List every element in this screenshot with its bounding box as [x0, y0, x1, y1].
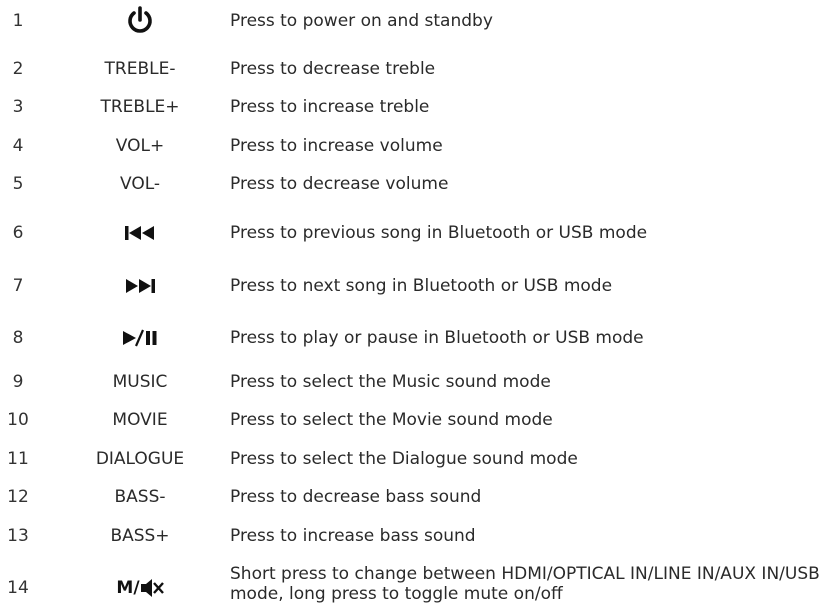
table-row: 10 MOVIE Press to select the Movie sound… [0, 402, 828, 438]
play-pause-icon [60, 320, 220, 356]
row-description: Press to decrease volume [230, 174, 449, 194]
next-track-icon [60, 268, 220, 304]
row-number: 5 [12, 174, 24, 194]
row-number: 1 [12, 11, 24, 31]
row-number: 12 [7, 487, 29, 507]
table-row: 5 VOL- Press to decrease volume [0, 166, 828, 202]
mute-speaker-icon [140, 579, 164, 597]
key-label: MOVIE [112, 410, 168, 430]
previous-track-icon [60, 215, 220, 251]
row-description: Press to power on and standby [230, 11, 493, 31]
row-description: Press to increase treble [230, 97, 430, 117]
power-icon [60, 3, 220, 39]
table-row: 4 VOL+ Press to increase volume [0, 128, 828, 164]
key-label: TREBLE- [104, 59, 176, 79]
key-label: BASS+ [110, 526, 170, 546]
row-number: 7 [12, 276, 24, 296]
row-description: Press to decrease bass sound [230, 487, 482, 507]
row-number: 2 [12, 59, 24, 79]
table-row: 2 TREBLE- Press to decrease treble [0, 51, 828, 87]
key-label: VOL- [119, 174, 161, 194]
table-row: 6 Press to previous song in Bluetooth or… [0, 215, 828, 251]
key-label: MUSIC [112, 372, 168, 392]
row-description: Press to select the Dialogue sound mode [230, 449, 578, 469]
mode-key-label: M/ [116, 578, 140, 598]
table-row: 3 TREBLE+ Press to increase treble [0, 89, 828, 125]
row-number: 9 [12, 372, 24, 392]
key-label: DIALOGUE [95, 449, 185, 469]
table-row: 14 M/ Short press to change between HDMI… [0, 564, 828, 610]
key-label: BASS- [114, 487, 166, 507]
key-label: TREBLE+ [100, 97, 180, 117]
row-description: Press to increase volume [230, 136, 443, 156]
table-row: 1 Press to power on and standby [0, 3, 828, 39]
row-description: Press to play or pause in Bluetooth or U… [230, 328, 644, 348]
table-row: 11 DIALOGUE Press to select the Dialogue… [0, 441, 828, 477]
table-row: 9 MUSIC Press to select the Music sound … [0, 364, 828, 400]
row-description: Press to next song in Bluetooth or USB m… [230, 276, 613, 296]
table-row: 12 BASS- Press to decrease bass sound [0, 479, 828, 515]
table-row: 7 Press to next song in Bluetooth or USB… [0, 268, 828, 304]
row-number: 14 [7, 578, 29, 598]
row-number: 4 [12, 136, 24, 156]
key-label: VOL+ [115, 136, 165, 156]
row-description: Press to select the Movie sound mode [230, 410, 553, 430]
row-number: 11 [7, 449, 29, 469]
row-description: Short press to change between HDMI/OPTIC… [230, 564, 820, 604]
row-number: 10 [7, 410, 29, 430]
row-number: 13 [7, 526, 29, 546]
row-description: Press to previous song in Bluetooth or U… [230, 223, 648, 243]
row-number: 8 [12, 328, 24, 348]
row-description: Press to increase bass sound [230, 526, 476, 546]
mode-mute-key: M/ [60, 566, 220, 610]
table-row: 8 Press to play or pause in Bluetooth or… [0, 320, 828, 356]
remote-key-table: { "rows": [ {"num": "1", "key": "", "ico… [0, 0, 828, 611]
row-number: 6 [12, 223, 24, 243]
row-description: Press to select the Music sound mode [230, 372, 551, 392]
table-row: 13 BASS+ Press to increase bass sound [0, 518, 828, 554]
row-number: 3 [12, 97, 24, 117]
row-description: Press to decrease treble [230, 59, 436, 79]
